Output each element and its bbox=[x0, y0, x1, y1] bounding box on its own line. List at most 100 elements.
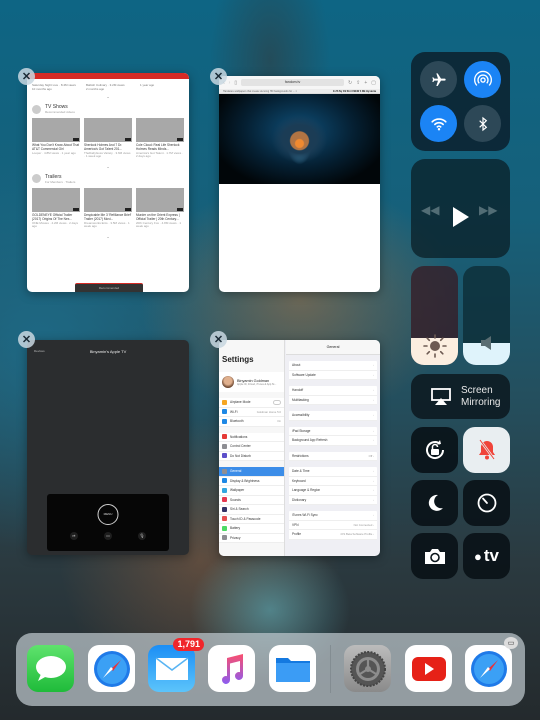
settings-sidebar-item[interactable]: Wallpaper bbox=[219, 486, 284, 496]
settings-sidebar-item[interactable]: Wi-Fi Goldman Home 5.0 bbox=[219, 408, 284, 417]
app-card-youtube[interactable]: Saturday Night Live · 8.4M views 10 month… bbox=[27, 73, 189, 292]
detail-row[interactable]: Restrictions Off bbox=[289, 452, 377, 461]
settings-sidebar-item[interactable]: Airplane Mode bbox=[219, 398, 284, 408]
app-card-settings[interactable]: Settings Binyamin Goldman Apple ID, iClo… bbox=[219, 340, 380, 556]
wifi-toggle[interactable] bbox=[420, 105, 457, 142]
mirroring-label-line2: Mirroring bbox=[461, 396, 501, 408]
dock-app-settings[interactable] bbox=[344, 645, 391, 692]
detail-row[interactable]: Background App Refresh bbox=[289, 436, 377, 446]
mic-icon[interactable]: 🎙 bbox=[138, 532, 146, 540]
orientation-lock-toggle[interactable] bbox=[411, 427, 458, 473]
music-note-icon bbox=[221, 653, 243, 684]
settings-sidebar-item[interactable]: Battery bbox=[219, 524, 284, 534]
dock-app-music[interactable] bbox=[208, 645, 255, 692]
detail-row[interactable]: Profile iOS Beta Software Profile bbox=[289, 530, 377, 540]
close-tv-remote-button[interactable]: ✕ bbox=[18, 331, 35, 348]
remote-touchpad[interactable]: MENU ⏯ ▭ 🎙 bbox=[47, 494, 169, 551]
airplane-mode-toggle[interactable] bbox=[420, 61, 457, 98]
settings-sidebar-item[interactable]: Bluetooth On bbox=[219, 417, 284, 427]
settings-group: General Display & Brightness Wallpaper Soun… bbox=[219, 467, 284, 543]
camera-button[interactable] bbox=[411, 533, 458, 579]
bookmarks-icon[interactable]: ▯ bbox=[234, 80, 237, 86]
settings-sidebar-item[interactable]: Siri & Search bbox=[219, 505, 284, 515]
dock-app-safari[interactable] bbox=[88, 645, 135, 692]
detail-row[interactable]: Language & Region bbox=[289, 486, 377, 496]
detail-row[interactable]: Keyboard bbox=[289, 477, 377, 486]
app-card-safari[interactable]: ‹ › ▯ fandom.tv ↻ ⇪ + ▢ Hardware wallpap… bbox=[219, 76, 380, 292]
video-item[interactable]: What You Don't Know About That AT&T Comm… bbox=[32, 118, 80, 159]
settings-sidebar-item[interactable]: Control Center bbox=[219, 442, 284, 452]
dock-app-files[interactable] bbox=[269, 645, 316, 692]
brightness-slider[interactable] bbox=[411, 266, 458, 365]
avatar bbox=[222, 376, 234, 388]
tabs-icon[interactable]: ▢ bbox=[371, 80, 376, 86]
detail-row[interactable]: Accessibility bbox=[289, 411, 377, 421]
dock-app-mail[interactable]: 1,791 bbox=[148, 638, 204, 692]
settings-item-icon bbox=[222, 418, 227, 424]
video-item[interactable]: Despicable Me 3 'Refillance Brief' Trail… bbox=[84, 187, 132, 229]
bluetooth-toggle[interactable] bbox=[464, 105, 501, 142]
settings-sidebar-item[interactable]: Notifications bbox=[219, 433, 284, 442]
settings-item-label: Bluetooth bbox=[230, 419, 244, 424]
bluetooth-icon bbox=[478, 116, 487, 131]
video-item[interactable]: Cole Cloud: Real Life Sherlock Holmes Re… bbox=[136, 118, 184, 159]
settings-item-icon bbox=[222, 535, 227, 541]
play-button[interactable] bbox=[453, 207, 469, 227]
folder-icon bbox=[275, 657, 310, 682]
settings-sidebar-item[interactable]: Privacy bbox=[219, 534, 284, 543]
detail-row[interactable]: VPN Not Connected bbox=[289, 521, 377, 530]
url-bar[interactable]: fandom.tv bbox=[241, 79, 344, 86]
detail-row[interactable]: Dictionary bbox=[289, 496, 377, 505]
youtube-play-icon bbox=[411, 656, 446, 681]
dock-app-youtube[interactable] bbox=[405, 645, 452, 692]
forward-icon[interactable]: › bbox=[229, 80, 231, 86]
video-meta: 2 months ago bbox=[86, 87, 105, 91]
reload-icon[interactable]: ↻ bbox=[348, 80, 352, 86]
devices-back-link[interactable]: Devices bbox=[34, 349, 45, 353]
close-youtube-button[interactable]: ✕ bbox=[18, 68, 35, 85]
settings-title: Settings bbox=[222, 355, 254, 364]
settings-sidebar-item[interactable]: Display & Brightness bbox=[219, 477, 284, 486]
detail-row[interactable]: Multitasking bbox=[289, 396, 377, 405]
menu-button[interactable]: MENU bbox=[97, 504, 119, 525]
tv-icon[interactable]: ▭ bbox=[104, 532, 112, 540]
settings-sidebar-item[interactable]: General bbox=[219, 467, 284, 477]
new-tab-icon[interactable]: + bbox=[364, 80, 367, 86]
airplane-mode-switch[interactable] bbox=[273, 399, 281, 405]
screen-mirroring-button[interactable]: Screen Mirroring bbox=[411, 374, 510, 419]
mute-toggle[interactable] bbox=[463, 427, 510, 473]
detail-row[interactable]: Date & Time bbox=[289, 467, 377, 477]
tab-item[interactable]: E Z6 Ny X9 Shi 3 NEW 4 Mk Hysteria bbox=[333, 89, 376, 93]
detail-row[interactable]: Handoff bbox=[289, 386, 377, 396]
settings-sidebar-item[interactable]: Sounds bbox=[219, 496, 284, 505]
dock-app-safari-recent[interactable]: ▭ bbox=[465, 637, 518, 692]
rewind-button[interactable]: ◀◀ bbox=[421, 203, 439, 217]
timer-button[interactable] bbox=[463, 480, 510, 526]
app-card-tv-remote[interactable]: Devices Binyamin's Apple TV MENU ⏯ ▭ 🎙 bbox=[27, 340, 189, 555]
play-pause-icon[interactable]: ⏯ bbox=[70, 532, 78, 540]
share-icon[interactable]: ⇪ bbox=[356, 80, 360, 86]
fast-forward-button[interactable]: ▶▶ bbox=[479, 203, 497, 217]
apple-tv-remote-button[interactable]: ● tv bbox=[463, 533, 510, 579]
do-not-disturb-toggle[interactable] bbox=[411, 480, 458, 526]
video-item[interactable]: Murder on the Orient Express | Official … bbox=[136, 187, 184, 229]
detail-row[interactable]: iTunes Wi-Fi Sync bbox=[289, 511, 377, 521]
volume-slider[interactable] bbox=[463, 266, 510, 365]
detail-row[interactable]: About bbox=[289, 361, 377, 371]
youtube-mini-bar[interactable]: Recommended bbox=[75, 283, 143, 292]
tab-item[interactable]: Hardware wallpapers that create stunning… bbox=[223, 89, 297, 93]
video-item[interactable]: Sherlock Holmes And 7 Dr. America's Got … bbox=[84, 118, 132, 159]
speaker-icon bbox=[480, 336, 491, 350]
close-settings-button[interactable]: ✕ bbox=[210, 331, 227, 348]
settings-item-label: Battery bbox=[230, 526, 241, 531]
close-safari-button[interactable]: ✕ bbox=[210, 68, 227, 85]
detail-row[interactable]: Software Update bbox=[289, 371, 377, 380]
settings-sidebar-item[interactable]: Do Not Disturb bbox=[219, 452, 284, 461]
video-item[interactable]: GOLDENEYE Official Trailer (2017) Origin… bbox=[32, 187, 80, 229]
detail-group: About Software Update bbox=[289, 361, 377, 380]
airdrop-toggle[interactable] bbox=[464, 61, 501, 98]
apple-id-profile[interactable]: Binyamin Goldman Apple ID, iCloud, iTune… bbox=[219, 372, 284, 392]
settings-sidebar-item[interactable]: Touch ID & Passcode bbox=[219, 515, 284, 524]
detail-row[interactable]: iPad Storage bbox=[289, 427, 377, 436]
dock-app-messages[interactable] bbox=[27, 645, 74, 692]
